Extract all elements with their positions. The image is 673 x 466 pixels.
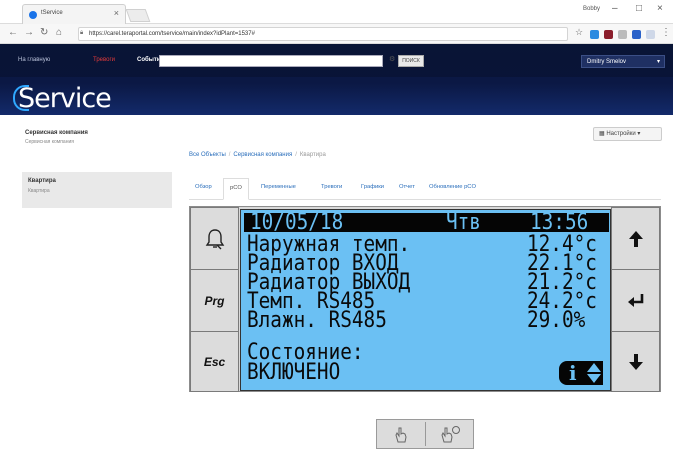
esc-key[interactable]: Esc (190, 331, 239, 392)
window-close-icon[interactable]: × (657, 3, 663, 14)
settings-button[interactable]: ▦ Настройки ▾ (593, 127, 662, 141)
breadcrumb: Все Объекты / Сервисная компания / Квартира (189, 152, 326, 158)
close-tab-icon[interactable]: × (114, 8, 119, 18)
bell-icon (205, 228, 224, 249)
lcd-status-label: Состояние: (247, 340, 364, 365)
top-navigation: На главную Тревоги События ⚙ ПОИСК Dmitr… (0, 44, 673, 77)
info-icon: i (569, 361, 577, 385)
browser-toolbar: ← → ↻ ⌂ 🔒︎ https://carel.teraportal.com/… (0, 24, 673, 44)
browser-menu-icon[interactable]: ⋮ (661, 27, 671, 38)
enter-key[interactable] (611, 269, 660, 332)
back-icon[interactable]: ← (8, 27, 18, 38)
lcd-date: 10/05/18 (250, 210, 344, 235)
breadcrumb-separator: / (228, 152, 231, 158)
info-navigation-indicator: i (559, 361, 603, 385)
breadcrumb-separator: / (295, 152, 297, 158)
extension-icon[interactable] (646, 30, 655, 39)
tab-report[interactable]: Отчет (399, 184, 415, 190)
up-key[interactable] (611, 207, 660, 270)
extension-icon[interactable] (604, 30, 613, 39)
hand-press-icon (395, 427, 407, 443)
lcd-row-value: 29.0% (527, 308, 586, 333)
nav-home-link[interactable]: На главную (18, 57, 50, 63)
arrow-down-icon (628, 353, 643, 370)
extension-icon[interactable] (632, 30, 641, 39)
lcd-header-bar: 10/05/18 Чтв 13:56 (244, 210, 609, 235)
extension-icon[interactable] (618, 30, 627, 39)
lcd-status-value: ВКЛЮЧЕНО (247, 360, 341, 385)
sidebar-item-title: Квартира (28, 178, 56, 184)
sidebar-item-apartment[interactable]: Квартира Квартира (22, 172, 172, 208)
browser-profile-label[interactable]: Bobby (583, 6, 600, 12)
new-tab-button[interactable] (125, 9, 151, 22)
pco-terminal: Prg Esc 10/05/18 Чтв 13:56 Наружная темп… (189, 206, 661, 392)
alarm-key[interactable] (190, 207, 239, 270)
url-text: https://carel.teraportal.com/tservice/ma… (89, 31, 255, 37)
lcd-day: Чтв (446, 210, 481, 235)
site-header: На главную Тревоги События ⚙ ПОИСК Dmitr… (0, 44, 673, 115)
address-bar[interactable]: 🔒︎ https://carel.teraportal.com/tservice… (78, 27, 568, 41)
user-name: Dmitry Smelov (587, 59, 627, 65)
minimize-icon[interactable]: – (612, 3, 618, 14)
browser-tab[interactable]: tService × (22, 4, 126, 24)
prg-key[interactable]: Prg (190, 269, 239, 332)
tab-pco-update[interactable]: Обновление pCO (429, 184, 476, 190)
lcd-time: 13:56 (530, 210, 589, 235)
search-button[interactable]: ПОИСК (398, 55, 424, 67)
company-subtitle: Сервисная компания (25, 139, 74, 145)
caret-down-icon: ▾ (656, 59, 660, 65)
search-icon: ⚙ (389, 56, 396, 63)
prg-key-label: Prg (204, 293, 225, 308)
reload-icon[interactable]: ↻ (40, 27, 48, 38)
company-name: Сервисная компания (25, 130, 88, 136)
browser-titlebar: tService × Bobby – □ × (0, 0, 673, 24)
sidebar-item-subtitle: Квартира (28, 188, 50, 194)
nav-alarms-link[interactable]: Тревоги (93, 57, 115, 63)
tab-pco[interactable]: pCO (223, 178, 249, 200)
breadcrumb-company[interactable]: Сервисная компания (233, 152, 292, 158)
tab-overview[interactable]: Обзор (195, 184, 212, 190)
tservice-logo[interactable]: Service (18, 83, 112, 114)
triangle-down-icon (587, 374, 601, 383)
triangle-up-icon (587, 363, 601, 372)
user-menu-button[interactable]: Dmitry Smelov ▾ (581, 55, 665, 68)
object-tabs: Обзор pCO Переменные Тревоги Графики Отч… (189, 178, 661, 200)
breadcrumb-current: Квартира (299, 152, 326, 158)
favicon-icon (29, 11, 37, 19)
forward-icon[interactable]: → (24, 27, 34, 38)
lcd-display: 10/05/18 Чтв 13:56 Наружная темп. 12.4°c… (240, 209, 611, 391)
settings-label: Настройки (606, 131, 636, 137)
long-press-button[interactable] (426, 420, 474, 448)
hand-hold-icon (441, 426, 460, 443)
down-key[interactable] (611, 331, 660, 392)
esc-key-label: Esc (203, 354, 226, 369)
terminal-gesture-controls (376, 419, 474, 449)
browser-tab-title: tService (41, 10, 63, 16)
breadcrumb-all-objects[interactable]: Все Объекты (189, 152, 226, 158)
caret-down-icon: ▾ (635, 131, 641, 137)
single-press-button[interactable] (377, 420, 425, 448)
enter-arrow-icon (627, 293, 643, 307)
home-icon[interactable]: ⌂ (56, 27, 62, 38)
extension-icon[interactable] (590, 30, 599, 39)
bookmark-star-icon[interactable]: ☆ (575, 27, 583, 38)
maximize-icon[interactable]: □ (636, 3, 642, 14)
lcd-row-label: Влажн. RS485 (247, 308, 387, 333)
arrow-up-icon (628, 230, 643, 247)
tab-graphs[interactable]: Графики (361, 184, 384, 190)
tab-alarms[interactable]: Тревоги (321, 184, 342, 190)
search-input[interactable] (159, 55, 383, 67)
lock-icon: 🔒︎ (80, 30, 84, 36)
tab-variables[interactable]: Переменные (261, 184, 296, 190)
